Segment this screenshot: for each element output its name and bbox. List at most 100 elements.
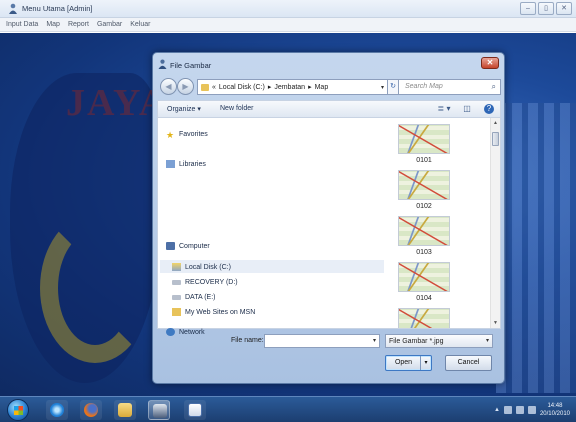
nav-local-disk-c[interactable]: Local Disk (C:) xyxy=(172,261,231,273)
forward-button[interactable]: ▶ xyxy=(177,78,194,95)
nav-network-label: Network xyxy=(179,328,205,336)
file-thumbnail[interactable] xyxy=(398,308,450,328)
scroll-up-icon[interactable]: ▲ xyxy=(493,120,498,126)
file-name-label[interactable]: 0103 xyxy=(398,249,450,256)
search-input[interactable]: Search Map ⌕ xyxy=(398,79,501,95)
dialog-close-button[interactable]: ✕ xyxy=(481,57,499,69)
browser-panes: ★ Favorites Libraries Computer Local Dis… xyxy=(157,117,501,336)
document-icon xyxy=(188,403,202,417)
address-bar[interactable]: « Local Disk (C:) ▸ Jembatan ▸ Map ▾ xyxy=(197,79,388,95)
nav-favorites-label: Favorites xyxy=(179,130,208,138)
dialog-toolbar: Organize ▾ New folder ≣ ▾ ◫ ? xyxy=(157,100,501,117)
libraries-icon xyxy=(166,160,175,168)
maximize-button[interactable]: ▯ xyxy=(538,2,554,15)
breadcrumb-local-disk[interactable]: Local Disk (C:) xyxy=(219,84,265,91)
clock-date: 20/10/2010 xyxy=(539,411,570,417)
nav-computer[interactable]: Computer xyxy=(166,240,210,252)
navigation-pane: ★ Favorites Libraries Computer Local Dis… xyxy=(158,118,386,336)
nav-my-web-sites[interactable]: My Web Sites on MSN xyxy=(172,306,255,318)
nav-recovery-label: RECOVERY (D:) xyxy=(185,278,238,286)
app-title: Menu Utama [Admin] xyxy=(22,4,93,13)
breadcrumb-separator[interactable]: ▸ xyxy=(268,83,272,91)
file-name-label[interactable]: 0102 xyxy=(398,203,450,210)
minimize-button[interactable]: – xyxy=(520,2,536,15)
file-thumbnail[interactable] xyxy=(398,216,450,246)
file-type-dropdown-icon[interactable]: ▾ xyxy=(486,337,489,344)
file-thumbnail[interactable] xyxy=(398,124,450,154)
nav-data-label: DATA (E:) xyxy=(185,293,216,301)
emblem-swoosh xyxy=(40,213,150,363)
clock-time: 14:48 xyxy=(547,403,563,409)
system-tray: ▲ 14:48 20/10/2010 xyxy=(494,401,570,419)
building-image xyxy=(496,103,576,393)
drive-icon xyxy=(172,279,181,285)
file-list: 0101 0102 0103 0104 xyxy=(386,118,490,328)
scroll-thumb[interactable] xyxy=(492,132,499,146)
breadcrumb-jembatan[interactable]: Jembatan xyxy=(274,84,305,91)
start-button[interactable] xyxy=(7,399,29,421)
app-person-icon xyxy=(153,404,167,418)
breadcrumb-separator[interactable]: ▸ xyxy=(308,83,312,91)
menu-keluar[interactable]: Keluar xyxy=(130,18,150,31)
open-button[interactable]: Open ▾ xyxy=(385,355,432,371)
menu-gambar[interactable]: Gambar xyxy=(97,18,122,31)
file-name-label[interactable]: 0104 xyxy=(398,295,450,302)
menu-map[interactable]: Map xyxy=(46,18,60,31)
folder-icon xyxy=(201,83,209,91)
network-tray-icon[interactable] xyxy=(515,406,524,414)
taskbar-windows-explorer[interactable] xyxy=(114,400,136,420)
taskbar: ▲ 14:48 20/10/2010 xyxy=(0,396,576,422)
search-icon[interactable]: ⌕ xyxy=(492,82,496,92)
taskbar-word-document[interactable] xyxy=(184,400,206,420)
open-split-dropdown-icon[interactable]: ▾ xyxy=(420,356,431,370)
nav-recovery-d[interactable]: RECOVERY (D:) xyxy=(172,276,238,288)
nav-data-e[interactable]: DATA (E:) xyxy=(172,291,215,303)
organize-button[interactable]: Organize ▾ xyxy=(167,105,201,113)
file-name-dropdown-icon[interactable]: ▾ xyxy=(373,337,376,344)
dialog-title-bar: File Gambar ✕ xyxy=(153,53,504,75)
file-thumbnail[interactable] xyxy=(398,170,450,200)
address-prefix: « xyxy=(212,83,216,91)
vertical-scrollbar[interactable]: ▲ ▼ xyxy=(490,118,500,328)
help-icon[interactable]: ? xyxy=(484,104,494,114)
file-thumbnail[interactable] xyxy=(398,262,450,292)
new-folder-button[interactable]: New folder xyxy=(220,105,253,112)
change-view-icon[interactable]: ≣ ▾ xyxy=(434,104,454,114)
address-dropdown-icon[interactable]: ▾ xyxy=(381,84,384,91)
signal-icon[interactable] xyxy=(503,406,512,414)
taskbar-firefox[interactable] xyxy=(80,400,102,420)
nav-my-web-sites-label: My Web Sites on MSN xyxy=(185,308,256,316)
nav-network[interactable]: Network xyxy=(166,326,205,338)
nav-libraries[interactable]: Libraries xyxy=(166,158,206,170)
nav-computer-label: Computer xyxy=(179,242,210,250)
network-icon xyxy=(166,328,175,336)
cancel-button[interactable]: Cancel xyxy=(445,355,492,371)
clock[interactable]: 14:48 20/10/2010 xyxy=(540,402,570,418)
folder-icon xyxy=(172,308,181,316)
menu-report[interactable]: Report xyxy=(68,18,89,31)
menu-input-data[interactable]: Input Data xyxy=(6,18,38,31)
dialog-title: File Gambar xyxy=(170,61,212,70)
file-name-field-label: File name: xyxy=(231,337,264,344)
nav-local-disk-label: Local Disk (C:) xyxy=(185,263,231,271)
taskbar-menu-utama[interactable] xyxy=(148,400,170,420)
preview-pane-icon[interactable]: ◫ xyxy=(462,104,472,114)
file-name-label[interactable]: 0101 xyxy=(398,157,450,164)
close-button[interactable]: ✕ xyxy=(556,2,572,15)
breadcrumb-map[interactable]: Map xyxy=(315,84,329,91)
app-person-icon xyxy=(9,3,17,14)
file-name-input[interactable]: ▾ xyxy=(264,334,380,348)
file-dialog: File Gambar ✕ ◀ ▶ « Local Disk (C:) ▸ Je… xyxy=(152,52,505,384)
local-disk-icon xyxy=(172,263,181,271)
star-icon: ★ xyxy=(166,130,175,140)
taskbar-internet-explorer[interactable] xyxy=(46,400,68,420)
back-button[interactable]: ◀ xyxy=(160,78,177,95)
navigation-row: ◀ ▶ « Local Disk (C:) ▸ Jembatan ▸ Map ▾… xyxy=(158,78,501,96)
scroll-down-icon[interactable]: ▼ xyxy=(493,320,498,326)
folder-icon xyxy=(118,403,132,417)
file-type-select[interactable]: File Gambar *.jpg ▾ xyxy=(385,334,493,348)
show-hidden-icons-icon[interactable]: ▲ xyxy=(494,407,500,413)
nav-favorites[interactable]: ★ Favorites xyxy=(166,128,208,140)
volume-icon[interactable] xyxy=(527,406,536,414)
dialog-person-icon xyxy=(158,59,167,69)
